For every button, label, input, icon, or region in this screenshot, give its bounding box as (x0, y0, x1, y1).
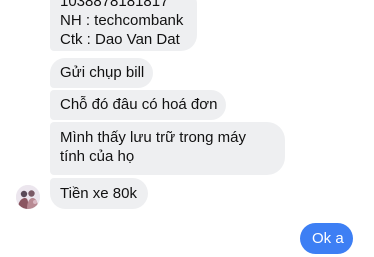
sender-avatar-icon[interactable] (16, 185, 40, 209)
account-holder-text: Ctk : Dao Van Dat (60, 31, 180, 48)
message-bubble[interactable]: Gửi chụp bill (50, 58, 153, 88)
bank-name-text: NH : techcombank (60, 12, 184, 29)
message-text: Mình thấy lưu trữ trong máy tính của họ (60, 129, 246, 165)
message-thread: 1038878181817 NH : techcombank Ctk : Dao… (0, 0, 374, 257)
message-bubble[interactable]: Tiền xe 80k (50, 178, 148, 209)
account-number-text: 1038878181817 (60, 0, 169, 10)
message-text: Chỗ đó đâu có hoá đơn (60, 96, 218, 113)
message-bubble[interactable]: Chỗ đó đâu có hoá đơn (50, 90, 226, 120)
message-bubble[interactable]: Mình thấy lưu trữ trong máy tính của họ (50, 122, 285, 175)
user-avatar-icon (16, 185, 40, 209)
message-text: Tiền xe 80k (60, 185, 137, 202)
message-bubble-bank-details[interactable]: 1038878181817 NH : techcombank Ctk : Dao… (50, 0, 197, 51)
message-text: Ok a (312, 230, 344, 247)
my-message-bubble[interactable]: Ok a (300, 223, 353, 254)
message-text: Gửi chụp bill (60, 64, 145, 81)
